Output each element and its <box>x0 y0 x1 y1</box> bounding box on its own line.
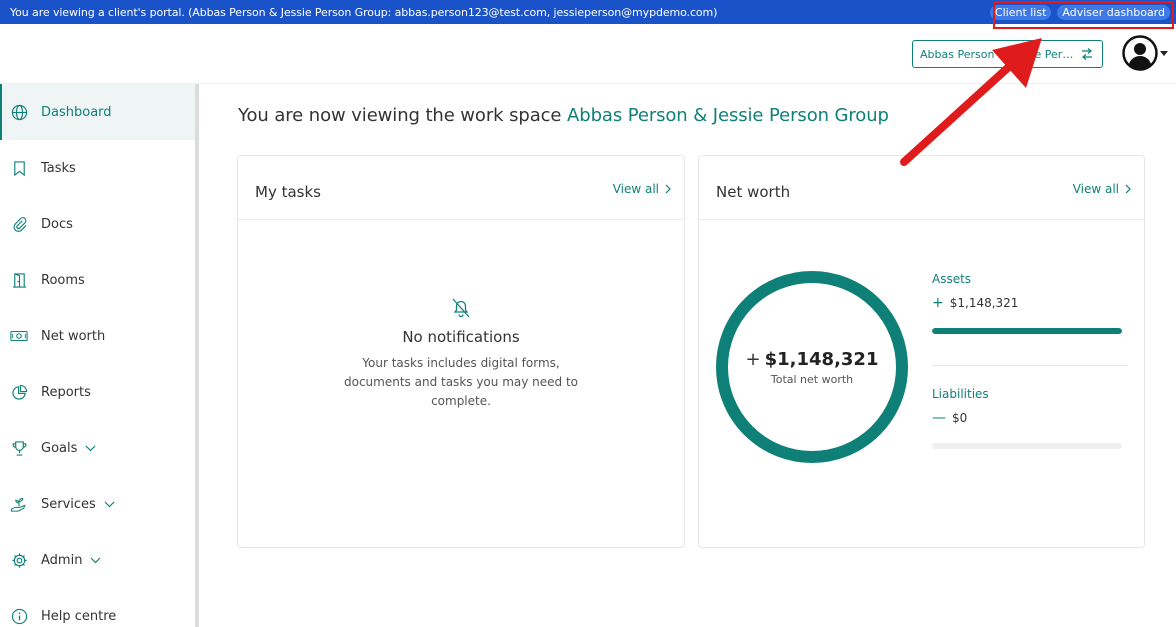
assets-value-row: + $1,148,321 <box>932 295 1128 311</box>
assets-label: Assets <box>932 272 972 286</box>
money-icon <box>10 327 28 345</box>
sidebar-item-label: Rooms <box>41 272 85 288</box>
view-all-label: View all <box>612 182 659 196</box>
sidebar-item-label: Help centre <box>41 608 117 624</box>
header: Abbas Person & Jessie Person Group <box>0 24 1176 84</box>
liabilities-value-row: — $0 <box>932 410 1128 426</box>
chevron-down-icon <box>1160 50 1168 56</box>
page-title-prefix: You are now viewing the work space <box>238 105 562 126</box>
client-portal-banner: You are viewing a client's portal. (Abba… <box>0 0 1176 24</box>
chevron-down-icon <box>85 445 96 452</box>
liabilities-bar-track <box>932 443 1122 449</box>
adviser-dashboard-button[interactable]: Adviser dashboard <box>1057 4 1170 20</box>
liabilities-label: Liabilities <box>932 387 989 401</box>
gear-icon <box>10 551 28 569</box>
pie-chart-icon <box>10 383 28 401</box>
total-sign: + <box>745 348 761 370</box>
net-worth-total: + $1,148,321 Total net worth <box>715 270 909 464</box>
card-title: Net worth <box>716 183 791 201</box>
sidebar-item-docs[interactable]: Docs <box>0 196 195 252</box>
sidebar-item-tasks[interactable]: Tasks <box>0 140 195 196</box>
empty-state-text: Your tasks includes digital forms, docum… <box>344 356 578 408</box>
sidebar-item-label: Net worth <box>41 328 106 344</box>
sidebar-item-dashboard[interactable]: Dashboard <box>0 84 195 140</box>
net-worth-card: Net worth View all + $1,148,321 Total net… <box>698 155 1145 548</box>
empty-state-title: No notifications <box>402 328 520 346</box>
divider <box>932 365 1128 366</box>
sidebar-item-label: Services <box>41 496 96 512</box>
client-list-button[interactable]: Client list <box>989 4 1052 20</box>
sidebar-item-label: Goals <box>41 440 78 456</box>
sidebar-item-goals[interactable]: Goals <box>0 420 195 476</box>
banner-actions: Client list Adviser dashboard <box>989 0 1176 24</box>
sidebar-item-net-worth[interactable]: Net worth <box>0 308 195 364</box>
door-icon <box>10 271 28 289</box>
bookmark-icon <box>10 159 28 177</box>
sidebar-item-help-centre[interactable]: Help centre <box>0 588 195 627</box>
banner-text: You are viewing a client's portal. (Abba… <box>10 5 718 19</box>
globe-icon <box>10 103 28 121</box>
assets-sign: + <box>932 295 944 311</box>
workspace-name: Abbas Person & Jessie Person Group <box>567 105 889 126</box>
sidebar-item-label: Reports <box>41 384 91 400</box>
card-header: My tasks View all <box>238 156 684 220</box>
assets-bar-track <box>932 328 1122 334</box>
total-amount: $1,148,321 <box>764 348 879 370</box>
workspace-switch-button[interactable]: Abbas Person & Jessie Person Group <box>912 40 1103 68</box>
sidebar-item-reports[interactable]: Reports <box>0 364 195 420</box>
total-net-worth-value: + $1,148,321 <box>746 349 879 370</box>
net-worth-view-all-link[interactable]: View all <box>1073 182 1131 196</box>
liabilities-value: $0 <box>952 411 968 425</box>
sidebar-item-rooms[interactable]: Rooms <box>0 252 195 308</box>
view-all-label: View all <box>1072 182 1119 196</box>
sidebar-item-label: Docs <box>41 216 73 232</box>
swap-arrows-icon <box>1080 47 1094 64</box>
page-title: You are now viewing the work space Abbas… <box>238 105 889 126</box>
chevron-down-icon <box>104 501 115 508</box>
chevron-right-icon <box>665 184 671 194</box>
info-icon <box>10 607 28 625</box>
workspace-switch-label: Abbas Person & Jessie Person Group <box>920 47 1078 61</box>
hand-plant-icon <box>10 495 28 513</box>
chevron-down-icon <box>90 557 101 564</box>
user-menu[interactable] <box>1122 35 1168 71</box>
sidebar-item-admin[interactable]: Admin <box>0 532 195 588</box>
total-net-worth-label: Total net worth <box>770 372 854 386</box>
assets-bar-fill <box>932 328 1122 334</box>
assets-section: Assets + $1,148,321 <box>932 272 1128 334</box>
my-tasks-card: My tasks View all No notifications Your … <box>237 155 685 548</box>
card-header: Net worth View all <box>699 156 1144 220</box>
empty-state: No notifications Your tasks includes dig… <box>238 296 684 411</box>
card-title: My tasks <box>255 183 321 201</box>
paperclip-icon <box>10 215 28 233</box>
liabilities-sign: — <box>932 410 946 426</box>
sidebar-item-services[interactable]: Services <box>0 476 195 532</box>
sidebar: Dashboard Tasks Docs Rooms Net worth Rep… <box>0 84 199 627</box>
tasks-view-all-link[interactable]: View all <box>613 182 671 196</box>
chevron-right-icon <box>1125 184 1131 194</box>
liabilities-section: Liabilities — $0 <box>932 387 1128 449</box>
avatar-icon <box>1122 35 1158 71</box>
bell-off-icon <box>449 296 473 324</box>
sidebar-item-label: Tasks <box>41 160 76 176</box>
sidebar-item-label: Admin <box>41 552 83 568</box>
assets-value: $1,148,321 <box>949 296 1019 310</box>
trophy-icon <box>10 439 28 457</box>
sidebar-item-label: Dashboard <box>41 104 112 120</box>
